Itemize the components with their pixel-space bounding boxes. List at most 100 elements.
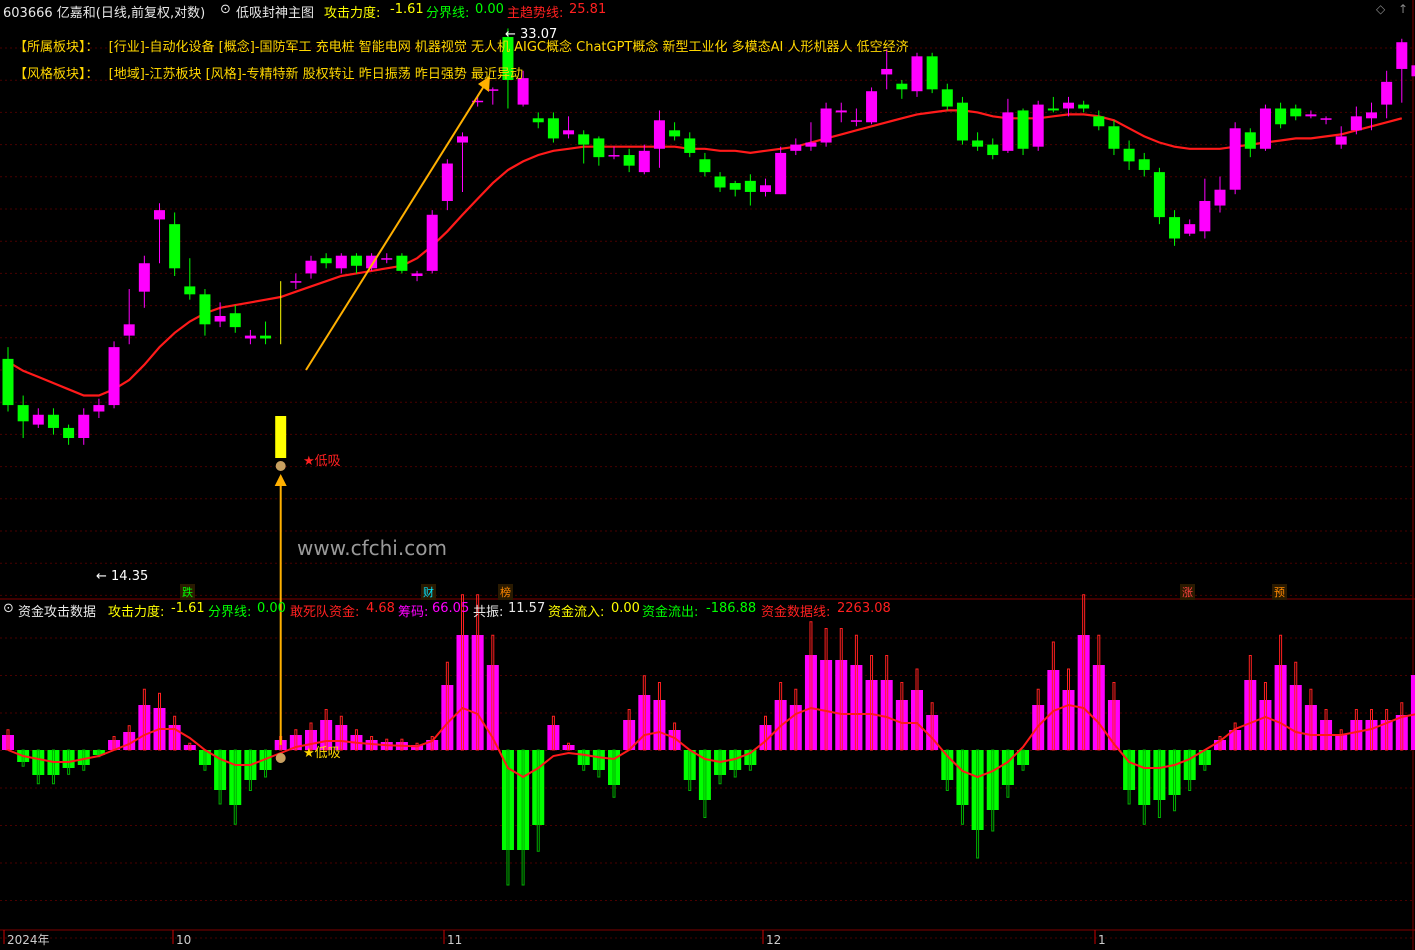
resonance-label: 共振:: [473, 605, 504, 620]
candle-body: [760, 185, 771, 192]
indicator-name[interactable]: 低吸封神主图: [236, 2, 314, 21]
outflow-value: -186.88: [706, 601, 757, 616]
candle-body: [866, 91, 878, 123]
low-price-label: ← 14.35: [96, 569, 149, 584]
capital-bar: [456, 635, 469, 750]
sector-text: [行业]-自动化设备 [概念]-国防军工 充电桩 智能电网 机器视觉 无人机 A…: [108, 40, 909, 55]
candle-body: [972, 140, 984, 147]
capital-bar: [835, 660, 848, 750]
candle-body: [154, 210, 165, 220]
capital-bar: [229, 750, 242, 805]
stock-title[interactable]: 603666 亿嘉和(日线,前复权,对数): [3, 2, 205, 21]
candle-body: [396, 255, 408, 271]
capital-bar: [895, 700, 908, 750]
capital-bar: [956, 750, 969, 805]
restore-icon[interactable]: ◇: [1376, 2, 1385, 16]
capital-bar: [1395, 715, 1408, 750]
sub-indicator-name[interactable]: 资金攻击数据: [18, 601, 96, 620]
candle-body: [244, 335, 256, 339]
sub-attack-value: -1.61: [171, 601, 205, 616]
candle-body: [63, 427, 75, 439]
capital-bar: [971, 750, 984, 830]
candle-body: [1411, 65, 1415, 77]
event-marker[interactable]: 预: [1272, 584, 1287, 600]
sub-header: ⊙ 资金攻击数据 攻击力度: -1.61 分界线: 0.00 敢死队资金: 4.…: [0, 599, 1415, 620]
capital-bar: [183, 745, 196, 750]
candle-body: [987, 144, 999, 156]
capital-bar: [804, 655, 817, 750]
candle-body: [1290, 108, 1302, 117]
candle-body: [563, 130, 575, 135]
candle-body: [381, 258, 393, 260]
candle-body: [47, 414, 59, 428]
capital-bar: [1092, 665, 1105, 750]
candle-body: [881, 68, 893, 75]
event-marker[interactable]: 榜: [498, 584, 513, 600]
capital-bar: [62, 750, 75, 768]
candle-body: [78, 414, 90, 439]
buy-signal-sub-label: ★低吸: [303, 746, 341, 761]
candle-body: [2, 358, 14, 406]
candle-body: [123, 324, 135, 336]
candle-body: [441, 163, 453, 201]
capital-bar: [668, 730, 681, 750]
candle-body: [532, 118, 544, 123]
candle-body: [805, 142, 817, 147]
candle-body: [1214, 189, 1226, 206]
watermark: www.cfchi.com: [297, 536, 447, 560]
collapse-icon[interactable]: ⊙: [220, 2, 231, 17]
inflow-value: 0.00: [611, 601, 640, 616]
candle-body: [1153, 172, 1165, 218]
candle-body: [457, 136, 468, 143]
capital-bar: [592, 750, 605, 770]
event-marker[interactable]: 跌: [180, 584, 195, 600]
style-text: [地域]-江苏板块 [风格]-专精特新 股权转让 昨日振荡 昨日强势 最近异动: [108, 67, 523, 82]
event-marker[interactable]: 财: [421, 584, 436, 600]
kline-chart-canvas[interactable]: 2024年 10 11 12 1: [0, 0, 1415, 950]
capital-bar: [562, 745, 575, 750]
candle-body: [896, 83, 908, 90]
candle-body: [184, 286, 196, 295]
close-icon[interactable]: ↑: [1398, 2, 1408, 16]
capital-bar: [517, 750, 530, 850]
candle-body: [305, 260, 317, 274]
candle-body: [1305, 114, 1317, 117]
candle-body: [850, 120, 862, 122]
capital-bar: [138, 705, 151, 750]
buy-signal-label: ★低吸: [303, 454, 341, 469]
event-marker[interactable]: 涨: [1180, 584, 1195, 600]
candle-body: [1184, 224, 1196, 234]
axis-label: 1: [1098, 933, 1106, 947]
capital-bar: [1077, 635, 1090, 750]
resonance-value: 11.57: [508, 601, 546, 616]
candle-body: [1381, 81, 1393, 105]
capital-bar: [1259, 700, 1272, 750]
candle-body: [1063, 102, 1074, 109]
capital-bar: [1183, 750, 1196, 780]
sector-label: 【所属板块】：: [14, 40, 99, 55]
capital-bar: [608, 750, 620, 785]
candle-body: [1078, 104, 1090, 109]
axis-label: 2024年: [7, 933, 50, 947]
trend-value: 25.81: [569, 2, 607, 17]
collapse-icon[interactable]: ⊙: [3, 601, 14, 616]
capital-bar: [577, 750, 590, 765]
candle-body: [820, 108, 832, 143]
inflow-label: 资金流入:: [548, 605, 605, 620]
candle-body: [547, 118, 559, 139]
attack-label: 攻击力度:: [324, 6, 381, 21]
candle-body: [744, 180, 756, 192]
capital-bar: [547, 725, 560, 750]
axis-label: 11: [447, 933, 462, 947]
capital-bar: [1350, 720, 1363, 750]
capital-bar: [1244, 680, 1257, 750]
candle-body: [1350, 116, 1362, 131]
candle-body: [593, 138, 605, 158]
capital-bar: [683, 750, 696, 780]
capital-bar: [2, 735, 14, 750]
dead-capital-value: 4.68: [366, 601, 395, 616]
candle-body: [275, 416, 287, 458]
candle-body: [1169, 217, 1181, 239]
candle-body: [699, 159, 711, 173]
candle-body: [1002, 112, 1014, 151]
